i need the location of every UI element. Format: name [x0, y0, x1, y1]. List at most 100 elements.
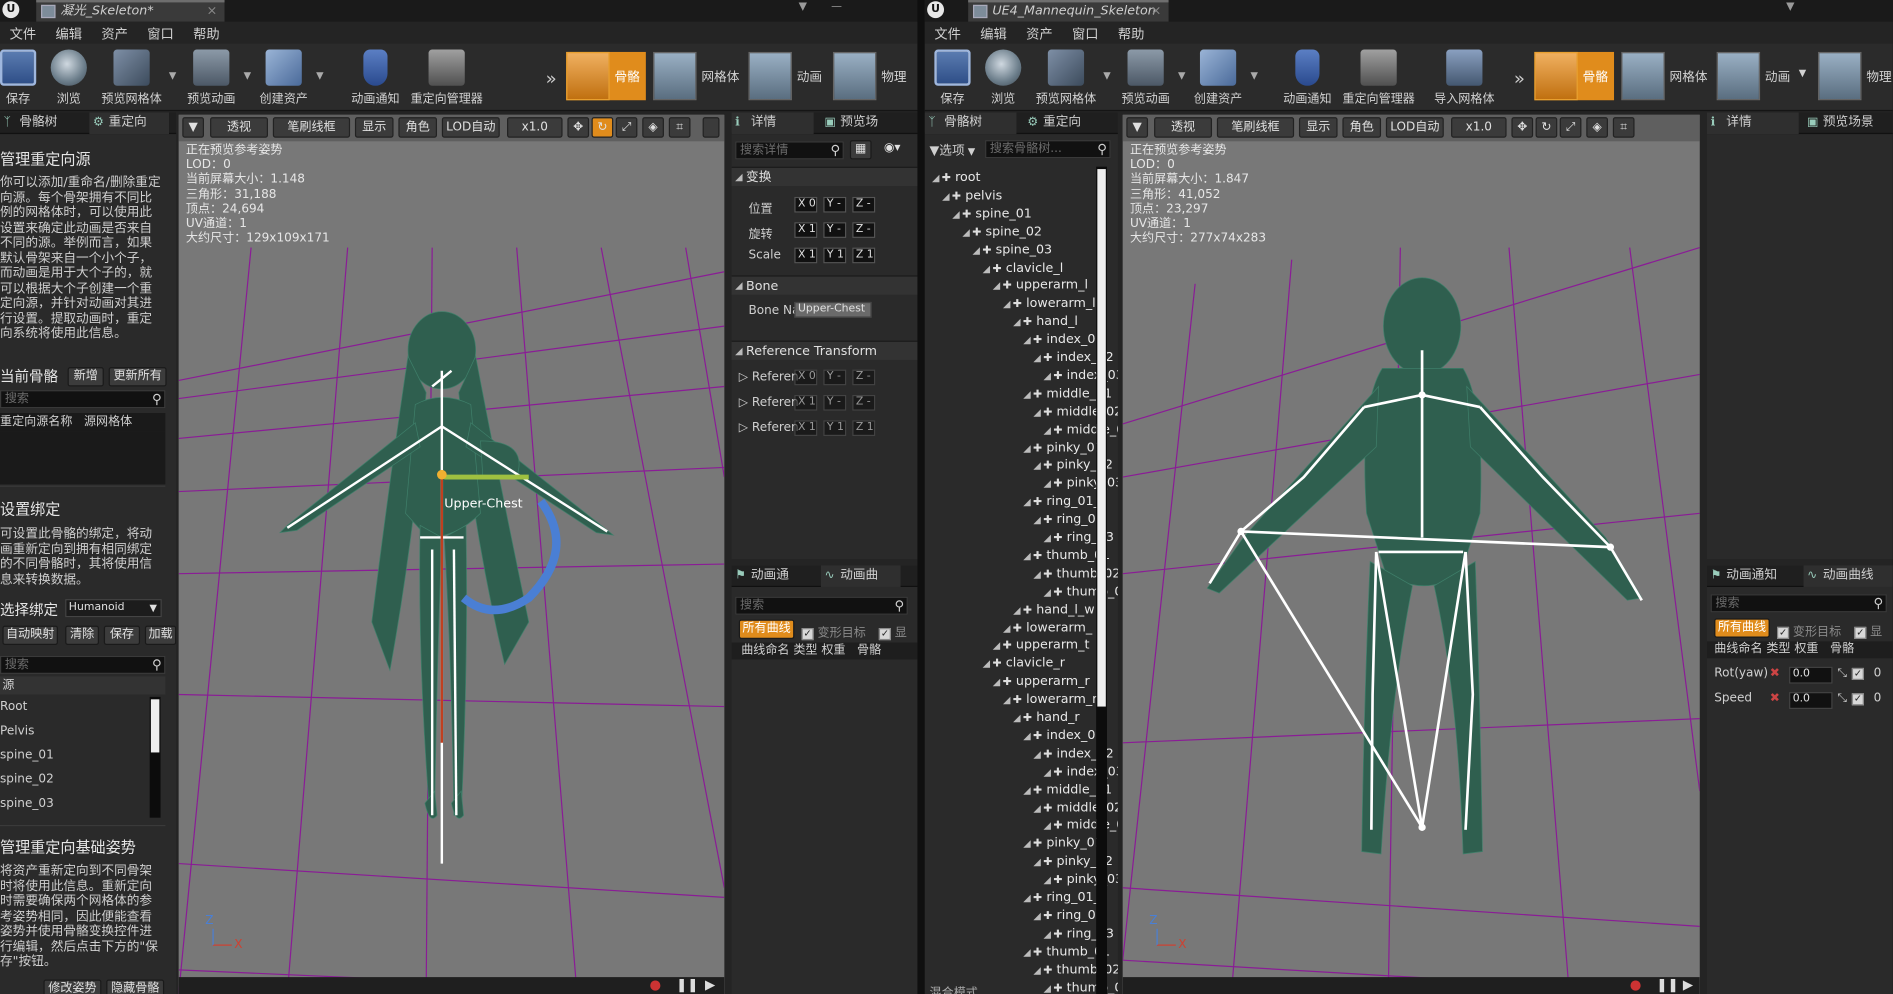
- delete-curve-icon[interactable]: ✖: [1770, 667, 1780, 680]
- chevron-down-icon[interactable]: ▼: [244, 70, 251, 81]
- world-space-icon[interactable]: ◈: [1586, 117, 1608, 138]
- all-curves-button[interactable]: 所有曲线: [1714, 618, 1770, 638]
- tree-bone-item[interactable]: ◢ ✚ clavicle_l: [983, 260, 1064, 274]
- tab-skeleton-tree[interactable]: ᛉ 骨骼树: [924, 112, 1017, 135]
- tree-bone-item[interactable]: ◢ ✚ root: [932, 170, 981, 184]
- snap-icon[interactable]: ⌗: [668, 117, 691, 138]
- anim-notify-button[interactable]: 动画通知: [1277, 48, 1337, 108]
- menu-help[interactable]: 帮助: [183, 22, 229, 46]
- expand-arrow-icon[interactable]: ◢: [973, 245, 980, 256]
- expand-arrow-icon[interactable]: ◢: [1023, 551, 1030, 562]
- expand-arrow-icon[interactable]: ◢: [1033, 911, 1040, 922]
- expand-arrow-icon[interactable]: ◢: [1033, 407, 1040, 418]
- location-x-field[interactable]: X 0: [794, 196, 818, 213]
- wireframe-button[interactable]: 笔刷线框: [272, 117, 351, 138]
- bone-section[interactable]: ◢ Bone: [731, 275, 918, 295]
- tree-bone-item[interactable]: ◢ ✚ hand_l_w: [1013, 602, 1095, 616]
- notification-icon[interactable]: ▼: [1782, 1, 1799, 15]
- expand-arrow-icon[interactable]: ◢: [1023, 947, 1030, 958]
- tree-bone-item[interactable]: ◢ ✚ spine_01: [952, 206, 1032, 220]
- chevron-down-icon[interactable]: ▼: [1250, 70, 1257, 81]
- chevron-down-icon[interactable]: ▼: [169, 70, 176, 81]
- load-mapping-button[interactable]: 加载: [144, 625, 177, 645]
- expand-arrow-icon[interactable]: ◢: [1033, 965, 1040, 976]
- checkbox[interactable]: ✓: [1854, 626, 1867, 639]
- checkbox[interactable]: ✓: [1851, 667, 1864, 680]
- expand-arrow-icon[interactable]: ◢: [942, 191, 949, 202]
- tree-bone-item[interactable]: ◢ ✚ upperarm_r: [993, 674, 1090, 688]
- tree-bone-item[interactable]: ◢ ✚ upperarm_t: [993, 638, 1090, 652]
- scale-gizmo-icon[interactable]: ⤢: [615, 117, 638, 138]
- minimize-icon[interactable]: —: [828, 1, 845, 15]
- checkbox[interactable]: ✓: [1776, 626, 1790, 639]
- curves-search-input[interactable]: 搜索 ⚲: [1710, 594, 1887, 613]
- expand-arrow-icon[interactable]: ◢: [1043, 425, 1050, 436]
- tree-bone-item[interactable]: ◢ ✚ hand_r: [1013, 710, 1080, 724]
- expand-arrow-icon[interactable]: ◢: [1023, 443, 1030, 454]
- world-space-icon[interactable]: ◈: [642, 117, 664, 138]
- mapping-row[interactable]: spine_02: [0, 773, 54, 786]
- eye-icon[interactable]: ◉▾: [876, 140, 907, 159]
- perspective-button[interactable]: 透视: [1154, 117, 1213, 138]
- scale-gizmo-icon[interactable]: ⤢: [1559, 117, 1582, 138]
- expand-arrow-icon[interactable]: ◢: [1023, 839, 1030, 850]
- curve-row-speed[interactable]: Speed ✖ 0.0 ⤡ ✓ 0: [1714, 692, 1893, 711]
- snap-icon[interactable]: ⌗: [1612, 117, 1635, 138]
- tree-bone-item[interactable]: ◢ ✚ spine_02: [962, 224, 1042, 238]
- expand-arrow-icon[interactable]: ◢: [932, 173, 939, 184]
- expand-arrow-icon[interactable]: ◢: [1043, 371, 1050, 382]
- mode-physics-button[interactable]: 物理: [832, 51, 918, 101]
- tree-bone-item[interactable]: ◢ ✚ hand_l: [1013, 314, 1078, 328]
- reference-location-row[interactable]: ▷ Referen: [739, 371, 799, 384]
- expand-arrow-icon[interactable]: ◢: [1043, 875, 1050, 886]
- rotation-y-field[interactable]: Y -: [823, 222, 847, 238]
- character-button[interactable]: 角色: [1342, 117, 1382, 138]
- scale-y-field[interactable]: Y 1: [823, 247, 847, 264]
- viewport-options-button[interactable]: ▼: [182, 117, 205, 138]
- chevron-down-icon[interactable]: ▼: [1178, 70, 1185, 81]
- create-asset-button[interactable]: 创建资产 ▼: [1188, 48, 1258, 108]
- rotation-z-field[interactable]: Z -: [852, 222, 876, 238]
- expand-arrow-icon[interactable]: ◢: [1043, 587, 1050, 598]
- tab-anim-curves[interactable]: ∿ 动画曲线: [1803, 565, 1893, 587]
- tab-preview-scene[interactable]: ▣ 预览场: [821, 112, 901, 134]
- tree-bone-item[interactable]: ◢ ✚ pelvis: [942, 188, 1002, 202]
- right-viewport[interactable]: ▼ 透视 笔刷线框 显示 角色 LOD自动 x1.0 ✥ ↻ ⤢ ◈ ⌗ 正在预…: [1122, 114, 1700, 994]
- edit-curve-icon[interactable]: ⤡: [1837, 692, 1847, 705]
- mode-mesh-button[interactable]: 网格体: [653, 51, 739, 101]
- expand-arrow-icon[interactable]: ◢: [1043, 929, 1050, 940]
- bone-name-field[interactable]: Upper-Chest: [794, 301, 872, 318]
- expand-arrow-icon[interactable]: ◢: [1043, 767, 1050, 778]
- mapping-row[interactable]: spine_03: [0, 797, 54, 810]
- tree-bone-item[interactable]: ◢ ✚ pinky_01: [1023, 440, 1103, 454]
- mapping-search-input[interactable]: 搜索 ⚲: [0, 655, 166, 674]
- menu-edit[interactable]: 编辑: [971, 22, 1017, 46]
- tree-options-button[interactable]: ▼选项 ▼: [930, 141, 976, 159]
- tree-scrollbar[interactable]: [1096, 166, 1108, 994]
- tree-bone-item[interactable]: ◢ ✚ pinky_01: [1023, 836, 1103, 850]
- auto-map-button[interactable]: 自动映射: [2, 625, 58, 645]
- browse-button[interactable]: 浏览: [39, 48, 99, 108]
- tab-details[interactable]: ℹ 详情: [1706, 112, 1799, 135]
- rotation-x-field[interactable]: X 1: [794, 222, 818, 238]
- perspective-button[interactable]: 透视: [210, 117, 268, 138]
- clear-mapping-button[interactable]: 清除: [65, 625, 99, 645]
- tab-anim-notifies[interactable]: ⚑ 动画通: [732, 565, 814, 587]
- expand-arrow-icon[interactable]: ◢: [1043, 821, 1050, 832]
- expand-arrow-icon[interactable]: ◢: [1033, 803, 1040, 814]
- expand-arrow-icon[interactable]: ◢: [1013, 605, 1020, 616]
- modify-pose-button[interactable]: 修改姿势: [43, 979, 102, 994]
- expand-arrow-icon[interactable]: ◢: [1033, 569, 1040, 580]
- details-search-input[interactable]: 搜索详情 ⚲: [735, 141, 844, 160]
- expand-arrow-icon[interactable]: ◢: [1033, 857, 1040, 868]
- mode-skeleton-button[interactable]: 骨骼: [1534, 51, 1615, 101]
- all-curves-button[interactable]: 所有曲线: [738, 619, 795, 639]
- scale-z-field[interactable]: Z 1: [852, 247, 876, 264]
- next-frame-icon[interactable]: ▶: [705, 977, 715, 993]
- location-z-field[interactable]: Z -: [852, 196, 876, 213]
- expand-arrow-icon[interactable]: ◢: [1033, 749, 1040, 760]
- tree-bone-item[interactable]: ◢ ✚ ring_02: [1033, 512, 1103, 526]
- preview-animation-button[interactable]: 预览动画 ▼: [1115, 48, 1185, 108]
- notification-icon[interactable]: ▼: [794, 1, 811, 15]
- tree-bone-item[interactable]: ◢ ✚ ring_01_l: [1023, 494, 1103, 508]
